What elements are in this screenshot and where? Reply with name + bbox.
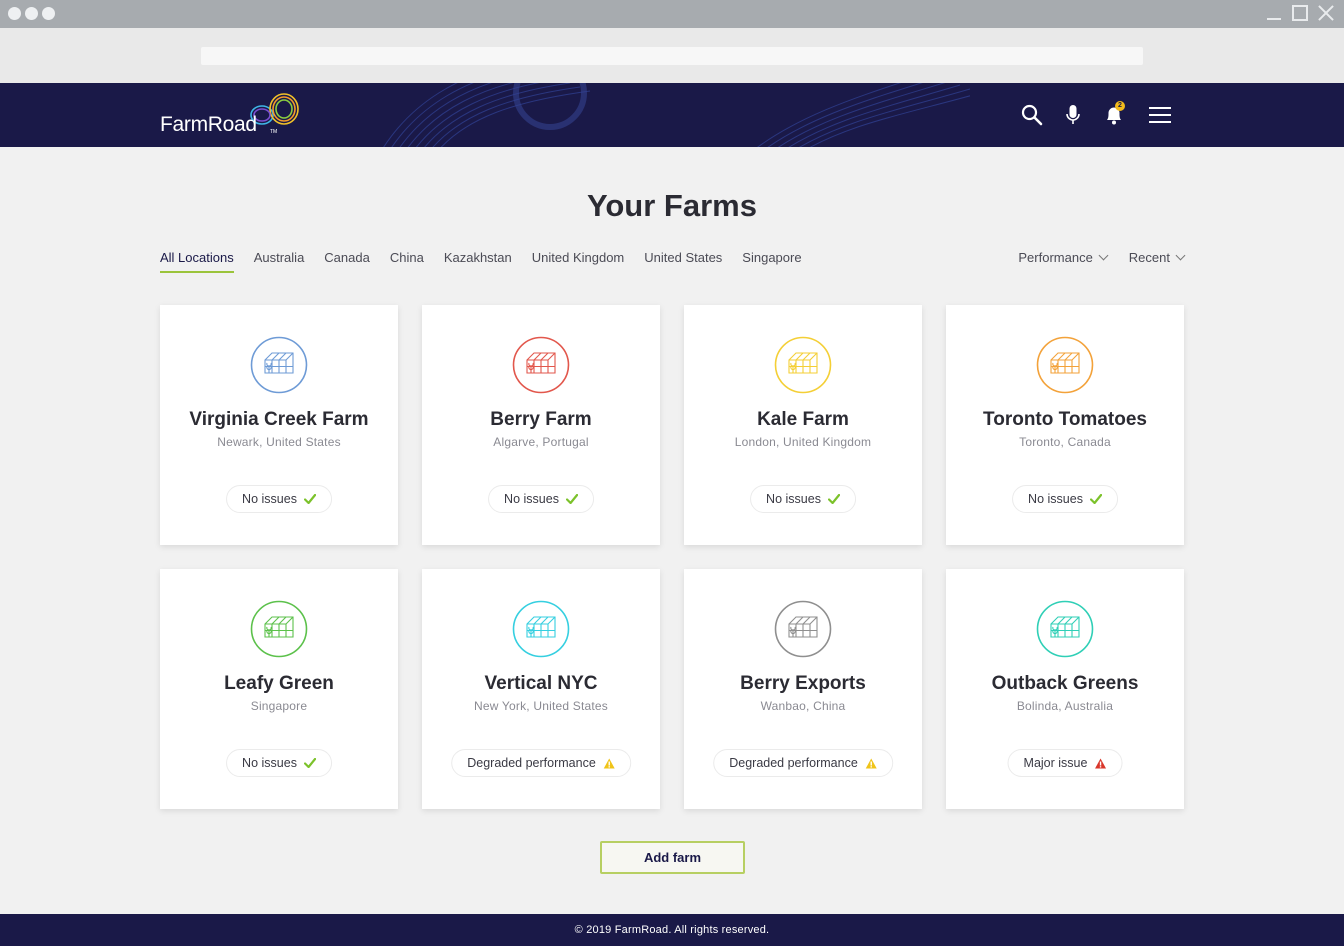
status-badge: No issues — [750, 485, 856, 513]
chevron-down-icon — [1175, 250, 1186, 261]
status-badge: No issues — [1012, 485, 1118, 513]
farm-location: Singapore — [250, 699, 308, 713]
status-text: Degraded performance — [729, 756, 858, 770]
farm-name: Berry Farm — [490, 409, 592, 430]
sort-recent-label: Recent — [1128, 250, 1170, 265]
warning-triangle-icon — [1094, 758, 1106, 769]
farm-card[interactable]: Toronto Tomatoes Toronto, Canada No issues — [946, 305, 1184, 545]
page-title: Your Farms — [587, 188, 757, 223]
checkmark-icon — [565, 494, 578, 504]
brand-name: FarmRoad — [160, 113, 257, 136]
status-badge: Major issue — [1007, 749, 1123, 777]
footer-copyright: © 2019 FarmRoad. All rights reserved. — [574, 924, 770, 936]
farm-name: Berry Exports — [740, 673, 866, 694]
status-text: Degraded performance — [467, 756, 596, 770]
hamburger-menu-icon[interactable] — [1148, 103, 1172, 127]
farm-card[interactable]: Berry Exports Wanbao, China Degraded perfo… — [684, 569, 922, 809]
status-text: Major issue — [1023, 756, 1088, 770]
header-background-art — [383, 83, 970, 147]
status-text: No issues — [504, 492, 559, 506]
farm-location: Bolinda, Australia — [1016, 699, 1114, 713]
farm-name: Toronto Tomatoes — [983, 409, 1147, 430]
add-farm-button[interactable]: Add farm — [600, 841, 745, 874]
window-zoom-dot[interactable] — [42, 7, 55, 20]
checkmark-icon — [303, 494, 316, 504]
tab-united-kingdom[interactable]: United Kingdom — [532, 250, 625, 273]
farm-name: Outback Greens — [991, 673, 1139, 694]
farm-name: Virginia Creek Farm — [189, 409, 369, 430]
search-icon[interactable] — [1020, 103, 1044, 127]
warning-triangle-icon — [603, 758, 615, 769]
farm-location: Algarve, Portugal — [493, 435, 589, 449]
farm-location: Newark, United States — [217, 435, 341, 449]
farm-location: New York, United States — [473, 699, 608, 713]
maximize-icon[interactable] — [1292, 5, 1308, 21]
sort-performance-dropdown[interactable]: Performance — [1018, 250, 1109, 265]
farm-card[interactable]: Outback Greens Bolinda, Australia Major is… — [946, 569, 1184, 809]
sort-performance-label: Performance — [1018, 250, 1093, 265]
status-badge: No issues — [226, 749, 332, 777]
greenhouse-icon — [250, 600, 308, 658]
greenhouse-icon — [250, 336, 308, 394]
tab-all-locations[interactable]: All Locations — [160, 250, 234, 273]
window-close-dot[interactable] — [8, 7, 21, 20]
status-text: No issues — [1028, 492, 1083, 506]
browser-toolbar — [0, 28, 1344, 83]
farm-card[interactable]: Berry Farm Algarve, Portugal No issues — [422, 305, 660, 545]
window-titlebar — [0, 0, 1344, 28]
address-bar[interactable] — [201, 47, 1143, 65]
header-actions: 2 — [1003, 83, 1172, 147]
greenhouse-icon — [774, 336, 832, 394]
checkmark-icon — [1089, 494, 1102, 504]
sort-controls: Performance Recent — [1018, 250, 1186, 265]
minimize-icon[interactable] — [1266, 5, 1282, 21]
window-minimize-dot[interactable] — [25, 7, 38, 20]
status-text: No issues — [242, 756, 297, 770]
location-filter-tabs: All Locations Australia Canada China Kazakhs… — [160, 250, 802, 273]
farm-name: Leafy Green — [224, 673, 334, 694]
status-badge: No issues — [226, 485, 332, 513]
brand-logo[interactable]: FarmRoad TM — [160, 91, 310, 143]
tab-canada[interactable]: Canada — [324, 250, 370, 273]
brand-trademark: TM — [270, 129, 278, 135]
status-badge: Degraded performance — [713, 749, 893, 777]
chevron-down-icon — [1098, 250, 1109, 261]
footer: © 2019 FarmRoad. All rights reserved. — [0, 914, 1344, 946]
greenhouse-icon — [1036, 336, 1094, 394]
status-badge: No issues — [488, 485, 594, 513]
farm-location: Wanbao, China — [760, 699, 846, 713]
tab-australia[interactable]: Australia — [254, 250, 305, 273]
window-traffic-lights — [8, 7, 55, 20]
greenhouse-icon — [774, 600, 832, 658]
notification-count-badge: 2 — [1115, 101, 1125, 111]
tab-singapore[interactable]: Singapore — [742, 250, 801, 273]
tab-kazakhstan[interactable]: Kazakhstan — [444, 250, 512, 273]
farm-card-grid: Virginia Creek Farm Newark, United States… — [160, 305, 1184, 809]
status-badge: Degraded performance — [451, 749, 631, 777]
farm-name: Vertical NYC — [484, 673, 598, 694]
farm-name: Kale Farm — [757, 409, 849, 430]
close-icon[interactable] — [1318, 5, 1334, 21]
farm-card[interactable]: Kale Farm London, United Kingdom No issues — [684, 305, 922, 545]
window-controls — [1266, 5, 1334, 21]
sort-recent-dropdown[interactable]: Recent — [1128, 250, 1186, 265]
farm-location: Toronto, Canada — [1019, 435, 1111, 449]
greenhouse-icon — [512, 336, 570, 394]
checkmark-icon — [827, 494, 840, 504]
farm-location: London, United Kingdom — [734, 435, 872, 449]
status-text: No issues — [766, 492, 821, 506]
warning-triangle-icon — [865, 758, 877, 769]
microphone-icon[interactable] — [1061, 103, 1085, 127]
tab-china[interactable]: China — [390, 250, 424, 273]
greenhouse-icon — [1036, 600, 1094, 658]
status-text: No issues — [242, 492, 297, 506]
tab-united-states[interactable]: United States — [644, 250, 722, 273]
notifications-bell-icon[interactable]: 2 — [1102, 101, 1126, 127]
greenhouse-icon — [512, 600, 570, 658]
checkmark-icon — [303, 758, 316, 768]
farm-card[interactable]: Leafy Green Singapore No issues — [160, 569, 398, 809]
farm-card[interactable]: Virginia Creek Farm Newark, United States… — [160, 305, 398, 545]
app-header: FarmRoad TM 2 — [0, 83, 1344, 147]
farm-card[interactable]: Vertical NYC New York, United States Degra… — [422, 569, 660, 809]
